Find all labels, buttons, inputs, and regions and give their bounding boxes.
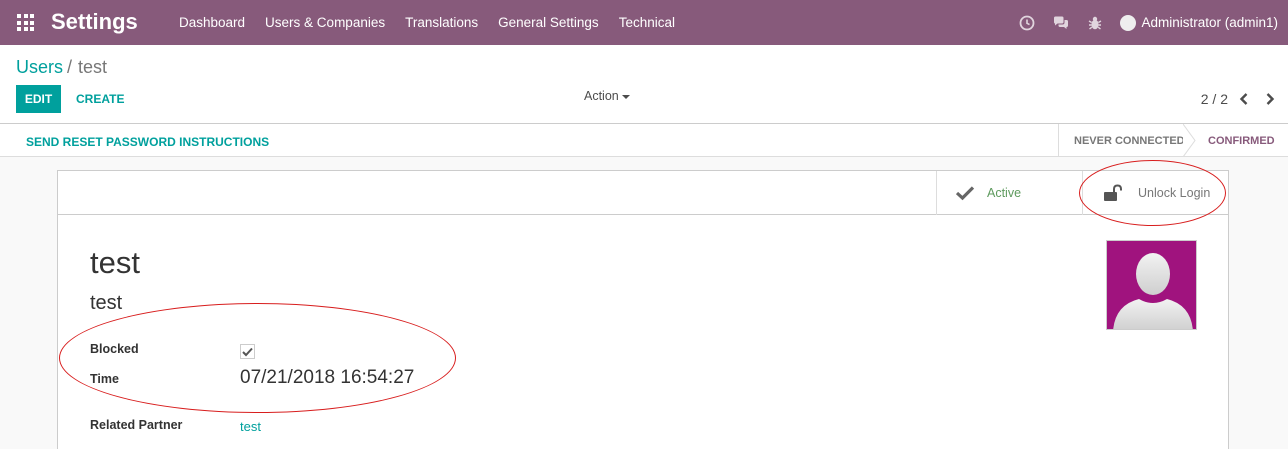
menu-item-users-companies[interactable]: Users & Companies [255, 0, 395, 45]
control-panel: Users / test EDIT CREATE Action 2 / 2 [0, 45, 1288, 124]
menu-item-technical[interactable]: Technical [609, 0, 685, 45]
action-dropdown[interactable]: Action [584, 89, 630, 103]
form-statusbar: SEND RESET PASSWORD INSTRUCTIONS NEVER C… [0, 124, 1288, 157]
unlock-login-label: Unlock Login [1138, 186, 1211, 200]
user-name: Administrator (admin1) [1141, 15, 1278, 30]
user-avatar-image[interactable] [1106, 240, 1197, 330]
clock-icon[interactable] [1019, 15, 1035, 31]
menu-item-translations[interactable]: Translations [395, 0, 488, 45]
chevron-right-icon[interactable] [1261, 90, 1279, 108]
pager-value[interactable]: 2 / 2 [1201, 91, 1228, 107]
action-dropdown-label: Action [584, 89, 619, 103]
breadcrumb: Users / test [16, 57, 107, 78]
breadcrumb-current: test [78, 57, 108, 77]
active-toggle-button[interactable]: Active [936, 171, 1082, 215]
time-value: 07/21/2018 16:54:27 [240, 367, 415, 388]
user-silhouette-icon [1113, 253, 1193, 329]
user-menu[interactable]: Administrator (admin1) [1120, 14, 1278, 31]
top-navbar: Settings Dashboard Users & Companies Tra… [0, 0, 1288, 45]
chat-icon[interactable] [1053, 15, 1069, 31]
apps-grid-icon[interactable] [17, 14, 34, 31]
unlock-login-button[interactable]: Unlock Login [1082, 171, 1228, 215]
menu-item-dashboard[interactable]: Dashboard [169, 0, 255, 45]
active-label: Active [987, 186, 1022, 200]
menu-item-general-settings[interactable]: General Settings [488, 0, 609, 45]
user-avatar [1120, 14, 1137, 31]
time-label: Time [90, 372, 119, 386]
related-partner-link[interactable]: test [240, 419, 261, 434]
blocked-label: Blocked [90, 342, 139, 356]
breadcrumb-users-link[interactable]: Users [16, 57, 63, 77]
form-sheet: Active Unlock Login test test Blocked Ti… [57, 170, 1229, 449]
unlock-icon [1104, 184, 1122, 201]
create-button[interactable]: CREATE [70, 85, 130, 113]
main-menu: Dashboard Users & Companies Translations… [169, 0, 685, 45]
chevron-left-icon[interactable] [1235, 90, 1253, 108]
edit-button[interactable]: EDIT [16, 85, 61, 113]
stage-never-connected[interactable]: NEVER CONNECTED [1058, 124, 1186, 157]
stage-confirmed[interactable]: CONFIRMED [1197, 124, 1288, 157]
stage-arrow-divider [1183, 124, 1196, 157]
breadcrumb-separator: / [67, 57, 73, 77]
user-name-title[interactable]: test [90, 245, 140, 281]
related-partner-label: Related Partner [90, 418, 183, 432]
blocked-checkbox[interactable] [240, 344, 255, 359]
caret-down-icon [621, 95, 630, 99]
systray: Administrator (admin1) [1010, 0, 1288, 45]
send-reset-password-button[interactable]: SEND RESET PASSWORD INSTRUCTIONS [26, 135, 269, 149]
button-box: Active Unlock Login [58, 171, 1228, 215]
bug-icon[interactable] [1087, 15, 1103, 31]
user-login[interactable]: test [90, 292, 122, 315]
check-icon [955, 186, 975, 201]
app-title: Settings [51, 9, 138, 34]
checkmark-icon [242, 347, 253, 356]
